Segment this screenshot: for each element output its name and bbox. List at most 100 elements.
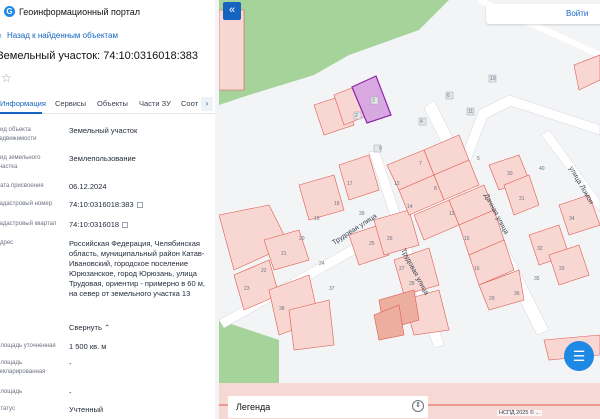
- parcel-number: 26: [387, 236, 393, 242]
- field-label: Адрес: [0, 240, 14, 246]
- tab-parts[interactable]: Части ЗУ: [139, 99, 171, 108]
- parcel-number: 31: [519, 196, 525, 202]
- parcel-number: 39: [359, 211, 365, 217]
- parcel-number: 14: [407, 204, 413, 210]
- field-value: 1 500 кв. м: [69, 342, 107, 351]
- parcel-number: 21: [281, 251, 287, 257]
- tabs-scroll-right-icon[interactable]: ›: [201, 97, 213, 111]
- parcel-number: 36: [514, 291, 520, 297]
- legend-label: Легенда: [236, 402, 271, 412]
- cadastral-number: 74:10:0316018:383: [69, 200, 134, 209]
- parcel-number: 15: [464, 236, 470, 242]
- parcel-number: 9: [379, 146, 382, 152]
- parcel-number: 27: [399, 266, 405, 272]
- geo-logo-icon[interactable]: G: [4, 6, 15, 17]
- field-value: Учтенный: [69, 405, 104, 414]
- parcel-number: 7: [419, 161, 422, 167]
- field-label: Площадь уточненная: [0, 343, 56, 349]
- parcel-number: 23: [244, 286, 250, 292]
- field-value: 74:10:0316018:383: [69, 200, 211, 210]
- parcel-number: 37: [329, 286, 335, 292]
- chevron-up-icon: ⌃: [104, 323, 111, 332]
- field-value: 06.12.2024: [69, 182, 107, 191]
- app-title: Геоинформационный портал: [19, 7, 140, 17]
- parcel-number: 16: [474, 266, 480, 272]
- copy-icon[interactable]: [122, 222, 129, 229]
- double-chevron-left-icon: «: [228, 4, 236, 16]
- collapse-label: Свернуть: [69, 323, 102, 332]
- field-value: Земельный участок: [69, 126, 138, 135]
- parcel-number: 12: [394, 181, 400, 187]
- info-panel: G Геоинформационный портал ‹Назад к найд…: [0, 0, 215, 419]
- parcel-number: 34: [569, 216, 575, 222]
- field-value: Землепользование: [69, 154, 136, 163]
- tab-info[interactable]: Информация: [0, 99, 46, 108]
- parcel-number: 25: [369, 241, 375, 247]
- parcel-number: 32: [537, 246, 543, 252]
- parcel-number: 40: [539, 166, 545, 172]
- chat-icon: ☰: [572, 348, 586, 364]
- field-label: Площадь: [0, 389, 23, 395]
- back-link-label: Назад к найденным объектам: [7, 31, 118, 40]
- parcel-number: 20: [299, 236, 305, 242]
- field-value: Российская Федерация, Челябинская област…: [69, 239, 205, 298]
- green-area: [249, 0, 449, 95]
- green-area: [219, 345, 229, 385]
- field-label: Вид земельного участка: [0, 155, 41, 170]
- tab-more[interactable]: Соот: [181, 99, 198, 108]
- parcel: [219, 9, 245, 91]
- cadastral-quarter: 74:10:0316018: [69, 220, 120, 229]
- chevron-left-icon: ‹: [0, 31, 7, 40]
- field-label: Кадастровый номер: [0, 201, 53, 207]
- map-svg: 2 3 4 5 6 7 8 9 10 11 12 13 14 15 16 17 …: [219, 0, 600, 419]
- field-label: Площадь декларированная: [0, 360, 46, 375]
- field-value: -: [69, 359, 72, 368]
- star-icon[interactable]: ☆: [1, 71, 12, 85]
- parcel-number: 35: [534, 276, 540, 282]
- field-value: -: [69, 388, 72, 397]
- chat-button[interactable]: ☰: [564, 341, 594, 371]
- tab-services[interactable]: Сервисы: [55, 99, 86, 108]
- parcel: [573, 54, 600, 91]
- parcel-number: 6: [447, 93, 450, 99]
- parcel-number: 5: [477, 156, 480, 162]
- tab-bar: Информация Сервисы Объекты Части ЗУ Соот: [0, 94, 215, 114]
- parcel-number: 24: [319, 261, 325, 267]
- field-label: Статус: [0, 406, 15, 412]
- parcel-number: 17: [347, 181, 353, 187]
- parcel-number: 38: [279, 306, 285, 312]
- page-title: Земельный участок: 74:10:0316018:383: [0, 50, 199, 62]
- active-tab-indicator: [0, 112, 42, 114]
- parcel-number: 18: [334, 201, 340, 207]
- chevron-up-down-icon[interactable]: ⇕: [412, 400, 424, 412]
- login-button[interactable]: Войти: [486, 4, 600, 24]
- legend-panel[interactable]: Легенда ⇕: [228, 396, 428, 418]
- map-attribution: НСПД 2025 © ...: [497, 410, 543, 416]
- parcel-number: 33: [559, 266, 565, 272]
- parcel-number: 19: [314, 216, 320, 222]
- top-bar: G Геоинформационный портал: [0, 0, 215, 24]
- login-label: Войти: [566, 9, 589, 18]
- collapse-panel-button[interactable]: «: [223, 2, 241, 20]
- parcel-number: 3: [372, 98, 375, 104]
- collapse-link[interactable]: Свернуть ⌃: [69, 323, 211, 333]
- parcel-number: 13: [449, 211, 455, 217]
- parcel-number: 30: [507, 171, 513, 177]
- parcel-number: 29: [489, 296, 495, 302]
- field-value: 74:10:0316018: [69, 220, 211, 230]
- tab-objects[interactable]: Объекты: [97, 99, 128, 108]
- parcel: [373, 304, 405, 341]
- parcel-number: 2: [355, 113, 358, 119]
- copy-icon[interactable]: [136, 202, 143, 209]
- parcel-number: 28: [409, 281, 415, 287]
- map-canvas[interactable]: 2 3 4 5 6 7 8 9 10 11 12 13 14 15 16 17 …: [219, 0, 600, 419]
- field-label: Вид объекта недвижимости: [0, 127, 37, 142]
- parcel-number: 4: [420, 119, 423, 125]
- back-link[interactable]: ‹Назад к найденным объектам: [0, 31, 118, 40]
- parcel: [298, 174, 345, 221]
- parcel-number: 22: [261, 268, 267, 274]
- field-label: Дата присвоения: [0, 183, 44, 189]
- parcel-number: 11: [468, 109, 473, 115]
- parcel-number: 8: [434, 186, 437, 192]
- parcel-number: 10: [490, 76, 496, 82]
